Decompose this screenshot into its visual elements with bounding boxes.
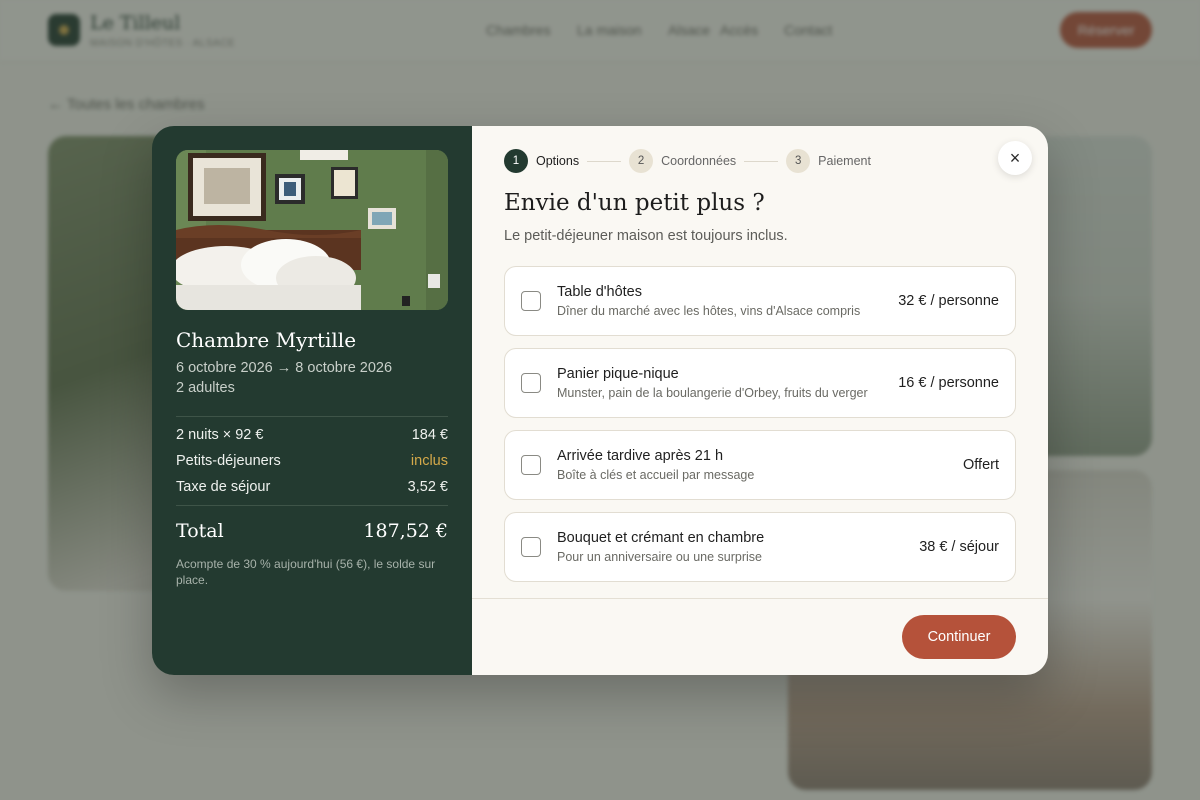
summary-divider (176, 505, 448, 506)
price-line-label: 2 nuits × 92 € (176, 427, 264, 443)
price-line-value: inclus (410, 453, 448, 469)
panel-subtitle: Le petit-déjeuner maison est toujours in… (504, 228, 788, 244)
options-list: Table d'hôtes Dîner du marché avec les h… (504, 266, 1016, 594)
step-label-coordonnees: Coordonnées (661, 154, 737, 168)
option-description: Munster, pain de la boulangerie d'Orbey,… (557, 386, 868, 400)
price-line-value: 3,52 € (407, 479, 448, 495)
panel-title: Envie d'un petit plus ? (504, 190, 765, 216)
option-checkbox[interactable] (521, 455, 541, 475)
option-title: Panier pique-nique (557, 366, 679, 382)
step-number-1: 1 (504, 149, 528, 173)
option-card-late-arrival[interactable]: Arrivée tardive après 21 h Boîte à clés … (504, 430, 1016, 500)
step-connector (587, 160, 622, 162)
option-price: 32 € / personne (898, 293, 999, 309)
option-title: Bouquet et crémant en chambre (557, 530, 765, 546)
option-card-picnic[interactable]: Panier pique-nique Munster, pain de la b… (504, 348, 1016, 418)
close-icon: × (1009, 147, 1021, 168)
option-price: 38 € / séjour (919, 539, 999, 555)
room-name: Chambre Myrtille (176, 328, 357, 352)
footer-divider (472, 598, 1048, 599)
option-checkbox[interactable] (521, 373, 541, 393)
option-description: Boîte à clés et accueil par message (557, 468, 755, 482)
option-description: Pour un anniversaire ou une surprise (557, 550, 762, 564)
option-card-table-hotes[interactable]: Table d'hôtes Dîner du marché avec les h… (504, 266, 1016, 336)
room-photo (176, 150, 448, 310)
price-line-tax: Taxe de séjour 3,52 € (176, 479, 448, 495)
booking-modal: Chambre Myrtille 6 octobre 2026 → 8 octo… (152, 126, 1048, 675)
continue-button[interactable]: Continuer (902, 615, 1016, 659)
price-line-nights: 2 nuits × 92 € 184 € (176, 427, 448, 443)
option-description: Dîner du marché avec les hôtes, vins d'A… (557, 304, 861, 318)
price-line-value: 184 € (411, 427, 448, 443)
stay-dates: 6 octobre 2026 → 8 octobre 2026 (176, 360, 393, 376)
price-line-label: Petits-déjeuners (176, 453, 281, 469)
total-row: Total 187,52 € (176, 520, 448, 542)
booking-summary: Chambre Myrtille 6 octobre 2026 → 8 octo… (152, 126, 472, 675)
price-line-breakfast: Petits-déjeuners inclus (176, 453, 448, 469)
option-card-bouquet[interactable]: Bouquet et crémant en chambre Pour un an… (504, 512, 1016, 582)
total-value: 187,52 € (363, 520, 448, 542)
options-panel: 1 Options 2 Coordonnées 3 Paiement × Env… (472, 126, 1048, 675)
stepper: 1 Options 2 Coordonnées 3 Paiement (504, 149, 871, 173)
close-button[interactable]: × (998, 141, 1032, 175)
step-label-options: Options (536, 154, 580, 168)
step-connector (744, 160, 779, 162)
option-checkbox[interactable] (521, 291, 541, 311)
option-title: Table d'hôtes (557, 284, 642, 300)
option-title: Arrivée tardive après 21 h (557, 448, 724, 464)
option-price: 16 € / personne (898, 375, 999, 391)
total-label: Total (176, 520, 224, 542)
step-number-2: 2 (629, 149, 654, 173)
summary-divider (176, 416, 448, 417)
option-checkbox[interactable] (521, 537, 541, 557)
price-line-label: Taxe de séjour (176, 479, 271, 495)
option-price: Offert (963, 457, 999, 473)
deposit-note: Acompte de 30 % aujourd'hui (56 €), le s… (176, 557, 436, 587)
step-label-paiement: Paiement (818, 154, 871, 168)
step-number-3: 3 (786, 149, 811, 173)
guest-count: 2 adultes (176, 380, 235, 396)
